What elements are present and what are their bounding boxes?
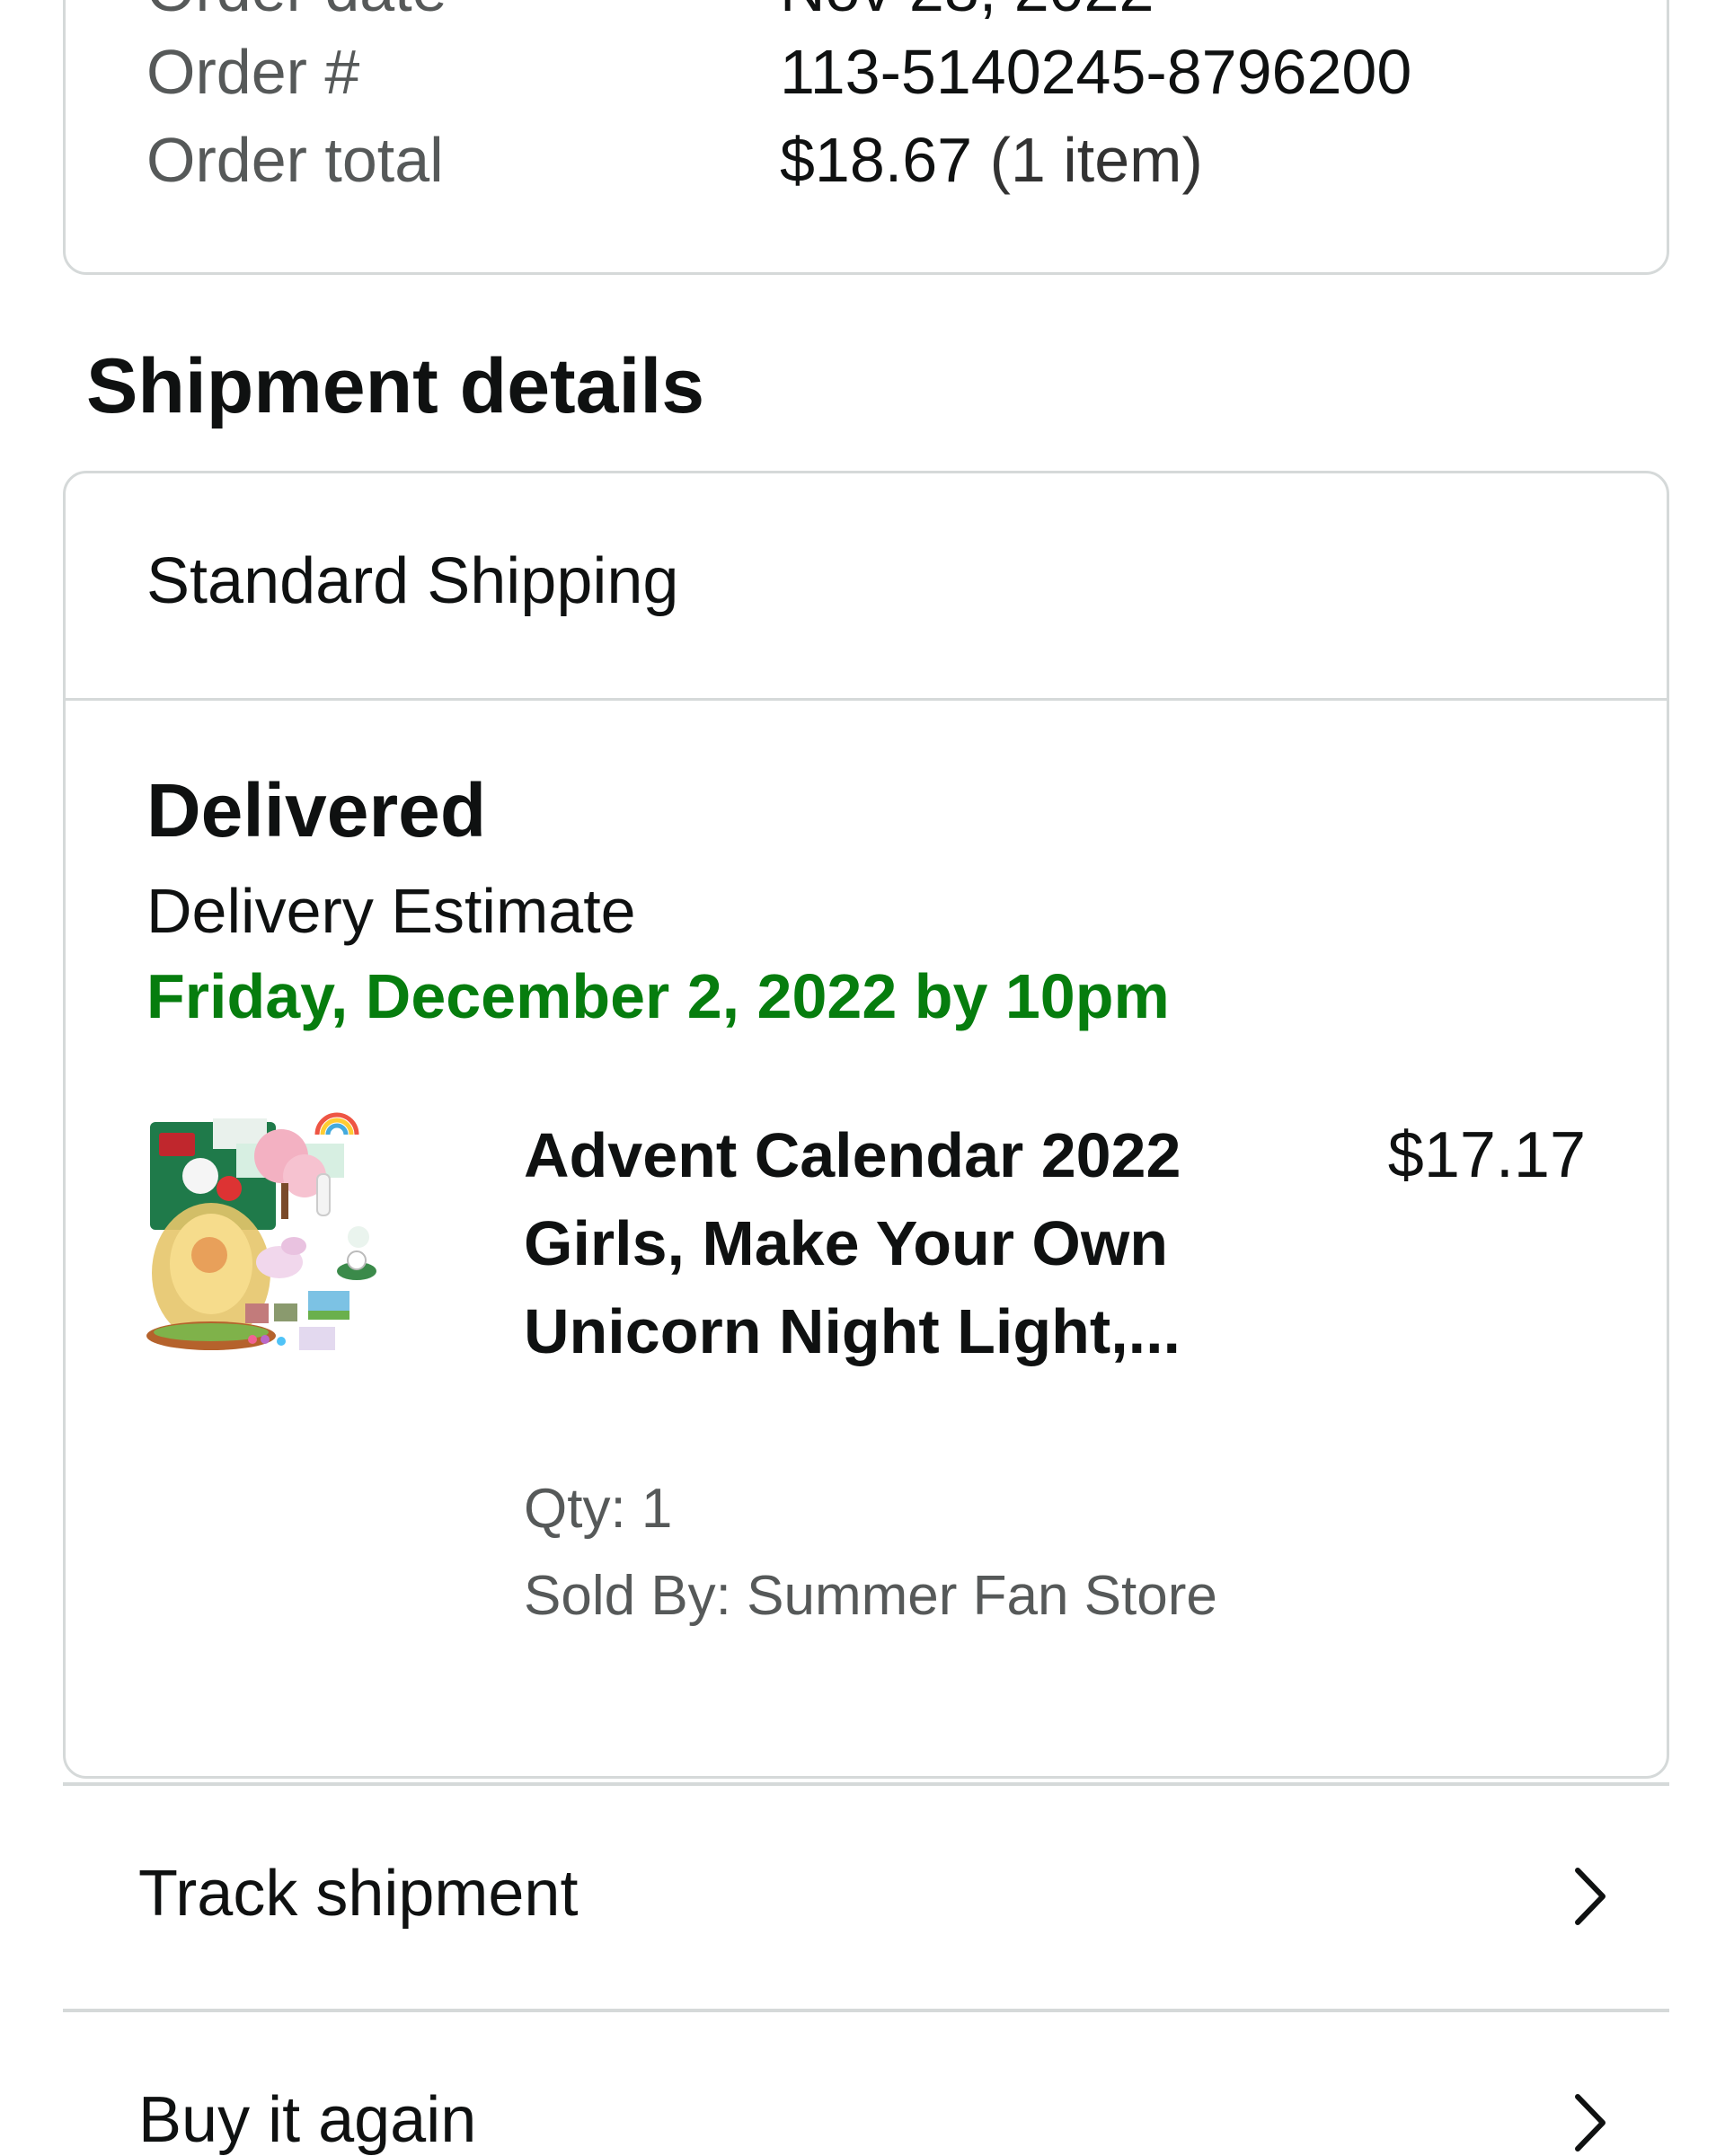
buy-it-again-row[interactable]: Buy it again (63, 2009, 1669, 2156)
order-number-row: Order # 113-5140245-8796200 (146, 31, 1584, 112)
order-total-row: Order total $18.67 (1 item) (146, 119, 1584, 200)
chevron-right-icon (1575, 1868, 1606, 1925)
shipment-details-heading: Shipment details (86, 343, 705, 429)
order-summary-card: Order date Nov 28, 2022 Order # 113-5140… (63, 0, 1669, 275)
order-total-label: Order total (146, 125, 444, 195)
order-total-items: (1 item) (989, 125, 1203, 195)
order-date-row: Order date Nov 28, 2022 (146, 0, 1584, 30)
order-date-label: Order date (146, 0, 447, 30)
chevron-right-icon (1575, 2094, 1606, 2152)
item-quantity: Qty: 1 (524, 1478, 673, 1540)
shipping-method: Standard Shipping (146, 545, 679, 617)
shipment-status: Delivered (146, 768, 487, 853)
shipment-card: Standard Shipping Delivered Delivery Est… (63, 471, 1669, 1779)
product-thumbnail[interactable] (146, 1111, 452, 1408)
order-total-amount: $18.67 (780, 125, 973, 195)
track-shipment-row[interactable]: Track shipment (63, 1782, 1669, 2007)
divider (66, 698, 1667, 701)
delivery-estimate-date: Friday, December 2, 2022 by 10pm (146, 961, 1170, 1031)
order-details-page: Order date Nov 28, 2022 Order # 113-5140… (0, 0, 1725, 2156)
item-seller: Sold By: Summer Fan Store (524, 1565, 1217, 1627)
item-title[interactable]: Advent Calendar 2022 Girls, Make Your Ow… (524, 1111, 1314, 1375)
product-image-icon (146, 1112, 376, 1350)
order-total-value: $18.67 (1 item) (780, 119, 1203, 200)
buy-it-again-label: Buy it again (138, 2084, 477, 2156)
item-price: $17.17 (1387, 1119, 1586, 1191)
delivery-estimate-label: Delivery Estimate (146, 876, 636, 946)
order-number-label: Order # (146, 37, 360, 107)
order-number-value: 113-5140245-8796200 (780, 37, 1412, 107)
order-date-value: Nov 28, 2022 (780, 0, 1154, 30)
track-shipment-label: Track shipment (138, 1858, 579, 1930)
